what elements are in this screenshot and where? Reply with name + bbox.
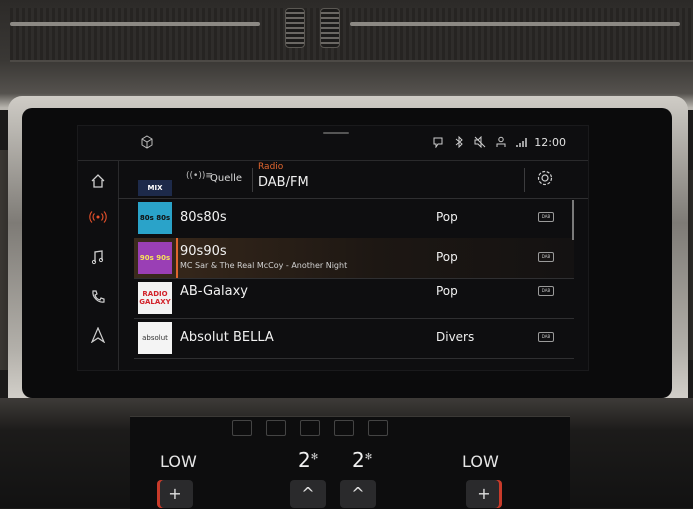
auto-start-stop-icon[interactable] bbox=[232, 420, 252, 436]
home-icon bbox=[91, 174, 105, 188]
sidebar-item-navigation[interactable] bbox=[78, 316, 118, 354]
dab-badge: DAB bbox=[538, 252, 554, 262]
list-scrollbar[interactable] bbox=[572, 200, 574, 240]
vent-adjuster[interactable] bbox=[285, 8, 305, 48]
dab-badge: DAB bbox=[538, 332, 554, 342]
station-name: 90s90s bbox=[180, 244, 227, 259]
list-item[interactable]: 80s 80s 80s80s Pop DAB bbox=[134, 198, 574, 239]
station-genre: Pop bbox=[436, 250, 458, 264]
station-genre: Pop bbox=[436, 210, 458, 224]
vent-adjuster[interactable] bbox=[320, 8, 340, 48]
climate-icons bbox=[232, 420, 388, 436]
sidebar-item-phone[interactable] bbox=[78, 278, 118, 316]
category-label: Radio bbox=[258, 162, 284, 172]
station-genre: Divers bbox=[436, 330, 475, 344]
sidebar-item-home[interactable] bbox=[78, 162, 118, 200]
radio-icon bbox=[89, 211, 107, 223]
dashboard-top bbox=[0, 0, 693, 110]
sidebar-item-radio[interactable] bbox=[78, 198, 118, 236]
left-fan-level: 2✻ bbox=[298, 448, 318, 472]
left-fan-up-button[interactable]: ^ bbox=[290, 480, 326, 508]
right-fan-value: 2 bbox=[352, 448, 365, 472]
air-vent bbox=[10, 8, 693, 62]
vent-trim bbox=[350, 22, 680, 26]
selection-indicator bbox=[176, 238, 178, 278]
fan-icon: ✻ bbox=[364, 452, 373, 463]
right-temp-plus-button[interactable]: + bbox=[466, 480, 502, 508]
list-item[interactable]: MIX bbox=[134, 180, 574, 199]
bluetooth-icon bbox=[453, 135, 465, 149]
parking-sensor-icon[interactable] bbox=[266, 420, 286, 436]
vent-trim bbox=[10, 22, 260, 26]
hazard-icon[interactable] bbox=[300, 420, 320, 436]
station-list[interactable]: MIX 80s 80s 80s80s Pop DAB 90s 90s 90s90… bbox=[134, 180, 574, 370]
status-bar: 12:00 bbox=[78, 126, 588, 161]
now-playing-text: MC Sar & The Real McCoy - Another Night bbox=[180, 261, 348, 270]
station-logo: absolut bbox=[138, 322, 172, 354]
right-fan-up-button[interactable]: ^ bbox=[340, 480, 376, 508]
list-item[interactable]: absolut Absolut BELLA Divers DAB bbox=[134, 318, 574, 359]
left-temp-plus-button[interactable]: + bbox=[157, 480, 193, 508]
screen-handle bbox=[323, 132, 349, 134]
right-temperature: LOW bbox=[462, 452, 499, 471]
main-menu-sidebar bbox=[78, 160, 119, 370]
station-logo: 80s 80s bbox=[138, 202, 172, 234]
left-temperature: LOW bbox=[160, 452, 197, 471]
list-item-selected[interactable]: 90s 90s 90s90s MC Sar & The Real McCoy -… bbox=[134, 238, 574, 279]
station-logo: 90s 90s bbox=[138, 242, 172, 274]
clock: 12:00 bbox=[534, 136, 566, 149]
dab-badge: DAB bbox=[538, 212, 554, 222]
dab-badge: DAB bbox=[538, 286, 554, 296]
station-genre: Pop bbox=[436, 284, 458, 298]
left-fan-value: 2 bbox=[298, 448, 311, 472]
navigation-location-icon bbox=[432, 136, 444, 149]
station-name: Absolut BELLA bbox=[180, 330, 274, 345]
music-icon bbox=[91, 250, 104, 265]
fan-icon: ✻ bbox=[310, 452, 319, 463]
rear-defrost-icon[interactable] bbox=[334, 420, 354, 436]
infotainment-screen: 12:00 ((•))≡ Quelle Radio DAB/FM MIX 80s… bbox=[78, 126, 588, 370]
list-item[interactable]: RADIO GALAXY AB-Galaxy Pop DAB bbox=[134, 278, 574, 319]
sidebar-item-media[interactable] bbox=[78, 238, 118, 276]
signal-icon bbox=[516, 136, 528, 148]
station-name: 80s80s bbox=[180, 210, 227, 225]
power-icon[interactable] bbox=[368, 420, 388, 436]
station-logo: MIX bbox=[138, 180, 172, 196]
mute-icon bbox=[474, 135, 486, 149]
right-fan-level: 2✻ bbox=[352, 448, 372, 472]
car-settings-icon[interactable] bbox=[140, 135, 154, 149]
status-icons bbox=[432, 135, 528, 149]
station-name: AB-Galaxy bbox=[180, 284, 248, 299]
navigation-icon bbox=[90, 327, 106, 343]
station-logo: RADIO GALAXY bbox=[138, 282, 172, 314]
phone-icon bbox=[92, 290, 105, 303]
user-icon bbox=[495, 136, 507, 148]
